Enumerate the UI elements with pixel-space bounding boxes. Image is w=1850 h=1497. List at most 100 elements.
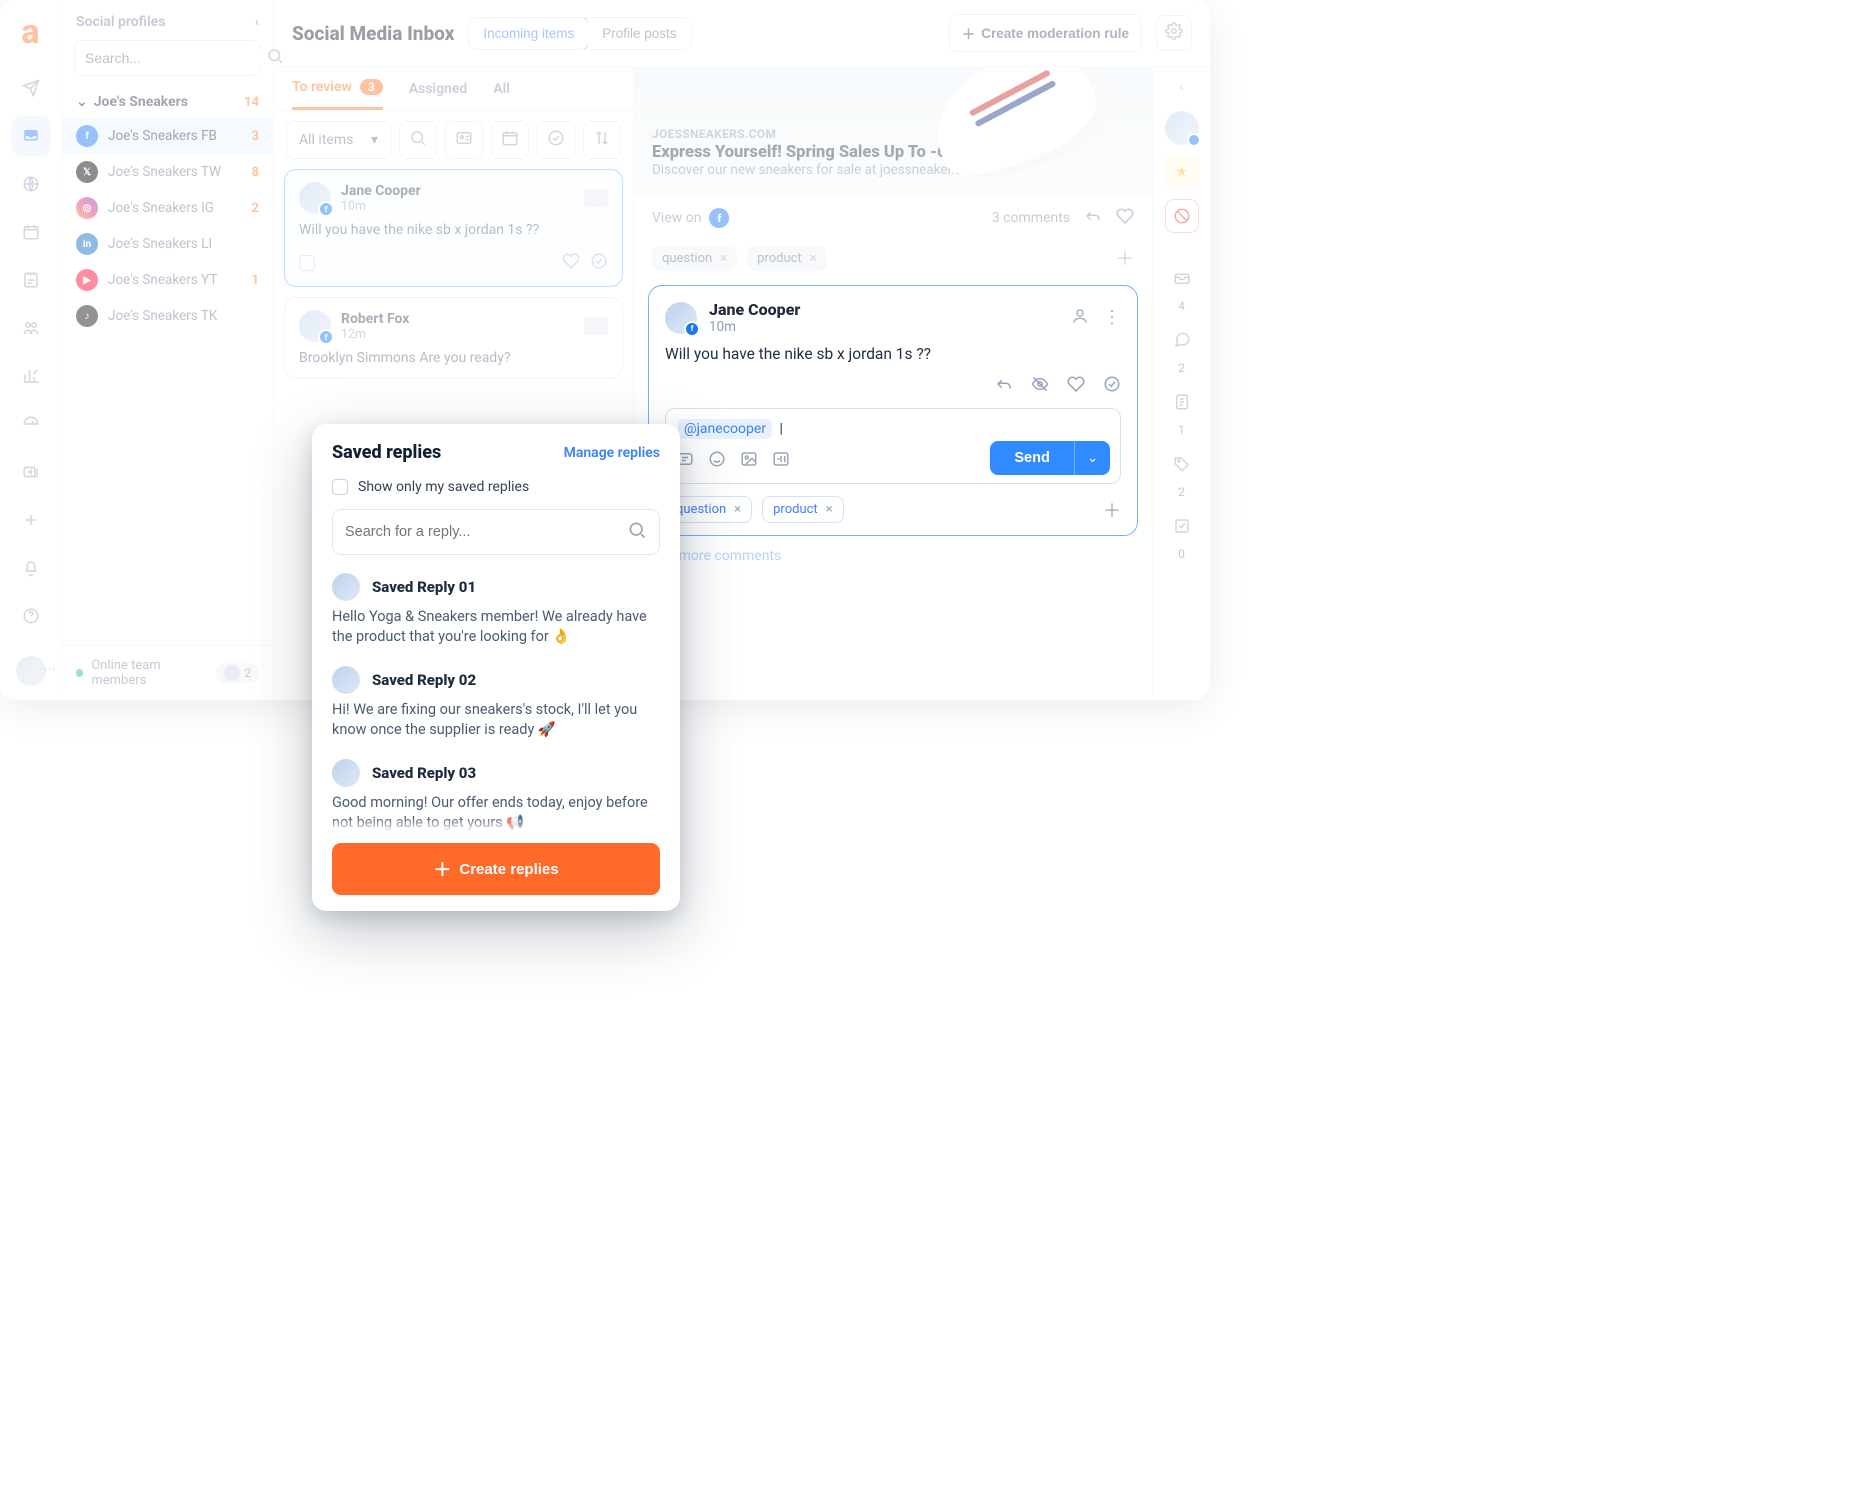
tab-to-review[interactable]: To review 3	[292, 79, 383, 110]
online-count-badge: 2	[216, 663, 259, 683]
tag-chip[interactable]: product×	[762, 496, 844, 523]
block-button[interactable]	[1165, 199, 1199, 233]
comments-count: 3 comments	[992, 210, 1070, 226]
expand-info-icon[interactable]: ‹	[1179, 79, 1183, 95]
profile-item-li[interactable]: in Joe's Sneakers LI	[62, 226, 273, 262]
nav-calendar-icon[interactable]	[11, 212, 51, 252]
create-rule-button[interactable]: ＋ Create moderation rule	[949, 14, 1142, 52]
profile-item-fb[interactable]: f Joe's Sneakers FB 3	[62, 118, 273, 154]
saved-replies-search-input[interactable]	[345, 524, 627, 540]
add-tag-button[interactable]: ＋	[1116, 245, 1134, 271]
manage-replies-link[interactable]: Manage replies	[564, 445, 660, 461]
nav-team-icon[interactable]	[11, 308, 51, 348]
profile-item-tw[interactable]: 𝕏 Joe's Sneakers TW 8	[62, 154, 273, 190]
profile-group[interactable]: ⌄Joe's Sneakers 14	[62, 86, 273, 118]
nav-notes-icon[interactable]	[11, 260, 51, 300]
filter-dropdown[interactable]: All items ▾	[286, 121, 391, 159]
inbox-card[interactable]: f Robert Fox 12m Brooklyn Simmons Are yo…	[284, 297, 623, 379]
image-thumb-icon	[584, 189, 608, 207]
tag-chip[interactable]: product×	[747, 246, 827, 271]
reply-icon[interactable]	[1084, 207, 1102, 229]
show-mine-checkbox[interactable]	[332, 479, 348, 495]
nav-library-icon[interactable]	[11, 452, 51, 492]
filter-status-button[interactable]	[537, 121, 575, 159]
reply-icon[interactable]	[995, 375, 1013, 398]
info-tags-icon[interactable]	[1165, 447, 1199, 481]
collapse-icon[interactable]: ‹	[255, 14, 259, 30]
add-tag-button[interactable]: ＋	[1103, 497, 1121, 523]
saved-reply-item[interactable]: Saved Reply 01 Hello Yoga & Sneakers mem…	[312, 563, 680, 656]
see-more-comments[interactable]: See more comments	[634, 536, 1152, 576]
check-circle-icon[interactable]	[1103, 375, 1121, 398]
tab-all[interactable]: All	[493, 79, 510, 110]
info-rail: ‹ ★ 4 2 1 2 0	[1152, 67, 1210, 700]
image-thumb-icon	[584, 317, 608, 335]
saved-reply-title: Saved Reply 02	[372, 671, 476, 689]
send-button[interactable]: Send	[990, 441, 1073, 475]
search-icon	[627, 520, 647, 544]
profiles-search-input[interactable]	[85, 50, 266, 66]
close-icon[interactable]: ×	[810, 251, 817, 266]
app-logo: a	[13, 14, 49, 50]
nav-help-icon[interactable]	[11, 596, 51, 636]
info-inbox-count: 4	[1178, 299, 1185, 313]
close-icon[interactable]: ×	[826, 502, 833, 517]
profile-item-tk[interactable]: ♪ Joe's Sneakers TK	[62, 298, 273, 334]
tab-label: To review	[292, 79, 352, 95]
filter-sort-button[interactable]	[583, 121, 621, 159]
image-icon[interactable]	[740, 450, 758, 473]
avatar: f	[299, 182, 331, 214]
seg-incoming[interactable]: Incoming items	[468, 17, 589, 50]
heart-icon[interactable]	[1067, 375, 1085, 398]
info-tasks-icon[interactable]	[1165, 509, 1199, 543]
assign-icon[interactable]	[1071, 307, 1089, 329]
facebook-link-icon[interactable]: f	[709, 208, 729, 228]
nav-analytics-icon[interactable]	[11, 356, 51, 396]
online-team[interactable]: Online team members 2	[62, 645, 273, 700]
send-options-button[interactable]: ⌄	[1074, 441, 1110, 475]
view-segment: Incoming items Profile posts	[468, 17, 691, 50]
inbox-card[interactable]: f Jane Cooper 10m Will you have the nike…	[284, 169, 623, 287]
profile-item-yt[interactable]: ▶ Joe's Sneakers YT 1	[62, 262, 273, 298]
emoji-icon[interactable]	[708, 450, 726, 473]
nav-publish-icon[interactable]	[11, 68, 51, 108]
nav-notifications-icon[interactable]	[11, 548, 51, 588]
nav-dashboard-icon[interactable]	[11, 404, 51, 444]
nav-user-avatar[interactable]	[16, 656, 46, 686]
create-replies-label: Create replies	[459, 861, 558, 878]
profile-item-ig[interactable]: ◎ Joe's Sneakers IG 2	[62, 190, 273, 226]
favorite-button[interactable]: ★	[1165, 155, 1199, 189]
seg-profile-posts[interactable]: Profile posts	[588, 18, 690, 49]
reply-composer[interactable]: @janecooper | Send ⌄	[665, 408, 1121, 484]
info-notes-icon[interactable]	[1165, 385, 1199, 419]
filter-date-button[interactable]	[491, 121, 529, 159]
settings-button[interactable]	[1156, 15, 1192, 51]
close-icon[interactable]: ×	[734, 502, 741, 517]
hide-icon[interactable]	[1031, 375, 1049, 398]
avatar	[332, 759, 360, 787]
card-message: Will you have the nike sb x jordan 1s ??	[299, 222, 608, 238]
filter-search-button[interactable]	[399, 121, 437, 159]
more-icon[interactable]: ⋮	[1103, 307, 1121, 329]
check-circle-icon[interactable]	[590, 252, 608, 274]
info-tasks-count: 0	[1178, 547, 1185, 561]
heart-icon[interactable]	[1116, 207, 1134, 229]
saved-replies-search[interactable]	[332, 509, 660, 555]
close-icon[interactable]: ×	[720, 251, 727, 266]
tab-assigned[interactable]: Assigned	[409, 79, 468, 110]
filter-user-button[interactable]	[445, 121, 483, 159]
tag-chip[interactable]: question×	[652, 246, 737, 271]
nav-add-icon[interactable]	[11, 500, 51, 540]
saved-reply-item[interactable]: Saved Reply 02 Hi! We are fixing our sne…	[312, 656, 680, 749]
nav-inbox-icon[interactable]	[11, 116, 51, 156]
card-name: Robert Fox	[341, 311, 409, 327]
gif-icon[interactable]	[772, 450, 790, 473]
heart-icon[interactable]	[562, 252, 580, 274]
select-checkbox[interactable]	[299, 255, 315, 271]
create-replies-button[interactable]: ＋ Create replies	[332, 843, 660, 895]
info-comments-icon[interactable]	[1165, 323, 1199, 357]
info-inbox-icon[interactable]	[1165, 261, 1199, 295]
nav-listening-icon[interactable]	[11, 164, 51, 204]
contact-avatar[interactable]	[1165, 111, 1199, 145]
profiles-search[interactable]	[74, 40, 261, 76]
